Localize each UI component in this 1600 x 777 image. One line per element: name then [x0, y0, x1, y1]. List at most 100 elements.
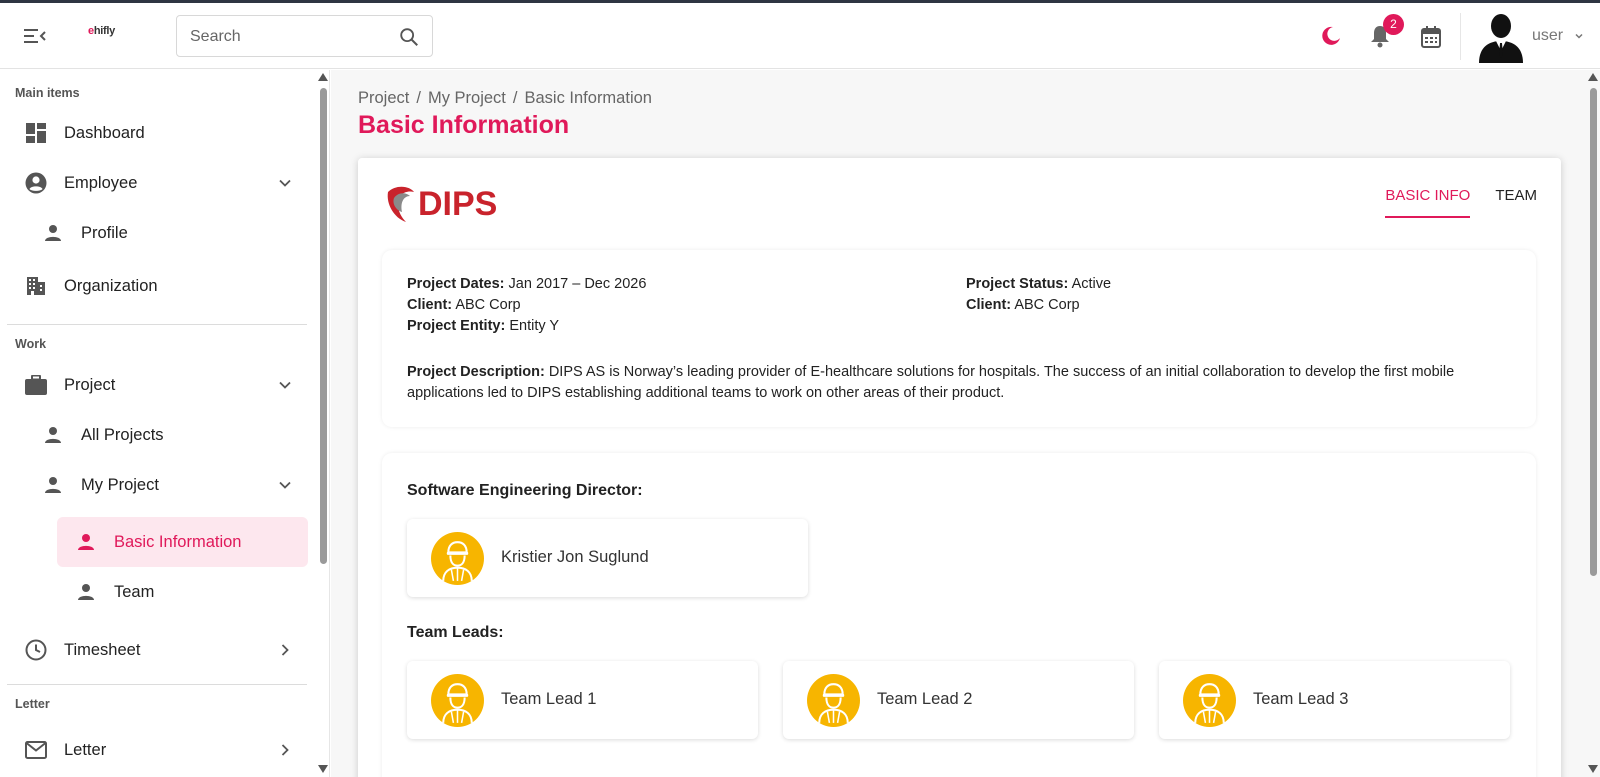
calendar-button[interactable]	[1418, 24, 1444, 50]
sidebar-item-dashboard[interactable]: Dashboard	[16, 110, 308, 156]
chevron-right-icon	[276, 741, 294, 759]
tab-team[interactable]: TEAM	[1495, 187, 1537, 218]
project-card: DIPS BASIC INFO TEAM Project Dates: Jan …	[358, 158, 1561, 777]
worker-avatar-icon	[807, 674, 860, 727]
project-status-value: Active	[1071, 276, 1112, 292]
breadcrumb: Project / My Project / Basic Information	[358, 89, 652, 108]
project-description: Project Description: DIPS AS is Norway’s…	[407, 362, 1517, 404]
sidebar-item-label: Project	[64, 375, 116, 394]
app-logo[interactable]: ehifly	[88, 25, 115, 37]
worker-avatar-icon	[431, 674, 484, 727]
chevron-down-icon	[276, 476, 294, 494]
breadcrumb-item-project[interactable]: Project	[358, 89, 409, 108]
project-dates-label: Project Dates:	[407, 276, 505, 292]
project-dates: Project Dates: Jan 2017 – Dec 2026	[407, 276, 646, 292]
menu-collapse-button[interactable]	[22, 23, 48, 49]
theme-toggle-button[interactable]	[1318, 23, 1344, 49]
logo-text: hifly	[93, 25, 115, 37]
project-entity: Project Entity: Entity Y	[407, 318, 559, 334]
menu-collapse-icon	[24, 29, 46, 43]
company-logo-text: DIPS	[418, 185, 497, 223]
main-scrollbar-thumb[interactable]	[1590, 88, 1597, 576]
team-lead-card[interactable]: Team Lead 2	[783, 661, 1134, 739]
project-client: Client: ABC Corp	[407, 297, 521, 313]
scroll-down-arrow-icon[interactable]	[1588, 765, 1598, 773]
director-section-title: Software Engineering Director:	[407, 482, 643, 499]
project-client-secondary-value: ABC Corp	[1014, 297, 1080, 313]
sidebar-item-label: Employee	[64, 173, 138, 192]
person-icon	[41, 423, 65, 447]
person-icon	[41, 221, 65, 245]
tab-bar: BASIC INFO TEAM	[1360, 187, 1537, 218]
sidebar-item-letter[interactable]: Letter	[16, 727, 308, 773]
dashboard-icon	[24, 121, 48, 145]
project-info-box: Project Dates: Jan 2017 – Dec 2026 Clien…	[382, 250, 1536, 427]
sidebar-item-basic-information[interactable]: Basic Information	[57, 517, 308, 567]
team-lead-name: Team Lead 3	[1253, 690, 1349, 708]
page-title: Basic Information	[358, 111, 570, 139]
project-client-secondary: Client: ABC Corp	[966, 297, 1080, 313]
project-client-secondary-label: Client:	[966, 297, 1012, 313]
sidebar-item-timesheet[interactable]: Timesheet	[16, 627, 308, 673]
sidebar-item-profile[interactable]: Profile	[16, 210, 308, 256]
team-lead-card[interactable]: Team Lead 1	[407, 661, 758, 739]
section-label-work: Work	[15, 337, 47, 351]
user-silhouette-icon	[1479, 14, 1523, 63]
breadcrumb-item-my-project[interactable]: My Project	[428, 89, 506, 108]
clock-icon	[24, 638, 48, 662]
team-lead-name: Team Lead 2	[877, 690, 973, 708]
search-input[interactable]	[190, 25, 390, 49]
sidebar-item-label: All Projects	[81, 425, 164, 444]
chevron-right-icon	[276, 641, 294, 659]
scroll-down-arrow-icon[interactable]	[318, 765, 328, 773]
header-divider	[1460, 13, 1461, 60]
breadcrumb-item-current: Basic Information	[524, 89, 652, 107]
director-name: Kristier Jon Suglund	[501, 548, 649, 566]
user-name[interactable]: user	[1532, 27, 1563, 45]
project-description-label: Project Description:	[407, 364, 545, 380]
scroll-up-arrow-icon[interactable]	[318, 73, 328, 81]
sidebar-item-label: Timesheet	[64, 640, 141, 659]
account-circle-icon	[24, 171, 48, 195]
sidebar-item-my-project[interactable]: My Project	[16, 462, 308, 508]
breadcrumb-separator: /	[512, 89, 518, 107]
project-status-label: Project Status:	[966, 276, 1069, 292]
company-logo: DIPS	[384, 182, 510, 224]
tab-basic-info[interactable]: BASIC INFO	[1385, 187, 1471, 218]
worker-avatar-icon	[1183, 674, 1236, 727]
team-lead-card[interactable]: Team Lead 3	[1159, 661, 1510, 739]
search-box	[176, 15, 433, 57]
moon-icon	[1322, 26, 1340, 45]
sidebar-item-project[interactable]: Project	[16, 362, 308, 408]
director-card[interactable]: Kristier Jon Suglund	[407, 519, 808, 597]
scroll-up-arrow-icon[interactable]	[1588, 73, 1598, 81]
team-leads-section-title: Team Leads:	[407, 624, 504, 641]
sidebar-item-label: Organization	[64, 276, 158, 295]
notification-badge: 2	[1383, 14, 1404, 35]
project-client-label: Client:	[407, 297, 453, 313]
project-entity-value: Entity Y	[509, 318, 560, 334]
person-icon	[74, 530, 98, 554]
sidebar-item-organization[interactable]: Organization	[16, 263, 308, 309]
sidebar-scrollbar-thumb[interactable]	[320, 88, 327, 564]
sidebar-item-all-projects[interactable]: All Projects	[16, 412, 308, 458]
calendar-icon	[1421, 26, 1441, 48]
project-description-value: DIPS AS is Norway’s leading provider of …	[407, 364, 1455, 401]
sidebar-item-employee[interactable]: Employee	[16, 160, 308, 206]
sidebar-item-label: Basic Information	[114, 532, 242, 551]
sidebar-item-team[interactable]: Team	[57, 569, 308, 615]
sidebar: Main items Dashboard Employee Profile Or…	[0, 70, 330, 777]
person-icon	[41, 473, 65, 497]
chevron-down-icon	[276, 174, 294, 192]
project-status: Project Status: Active	[966, 276, 1111, 292]
building-icon	[24, 274, 48, 298]
sidebar-item-label: Letter	[64, 740, 107, 759]
chevron-down-icon[interactable]	[1573, 30, 1585, 42]
app-header: ehifly 2	[0, 3, 1600, 69]
user-avatar[interactable]	[1477, 11, 1525, 63]
project-entity-label: Project Entity:	[407, 318, 506, 334]
project-client-value: ABC Corp	[455, 297, 521, 313]
sidebar-divider	[7, 684, 307, 685]
main-content: Project / My Project / Basic Information Bas…	[331, 70, 1600, 777]
search-icon[interactable]	[398, 26, 420, 48]
